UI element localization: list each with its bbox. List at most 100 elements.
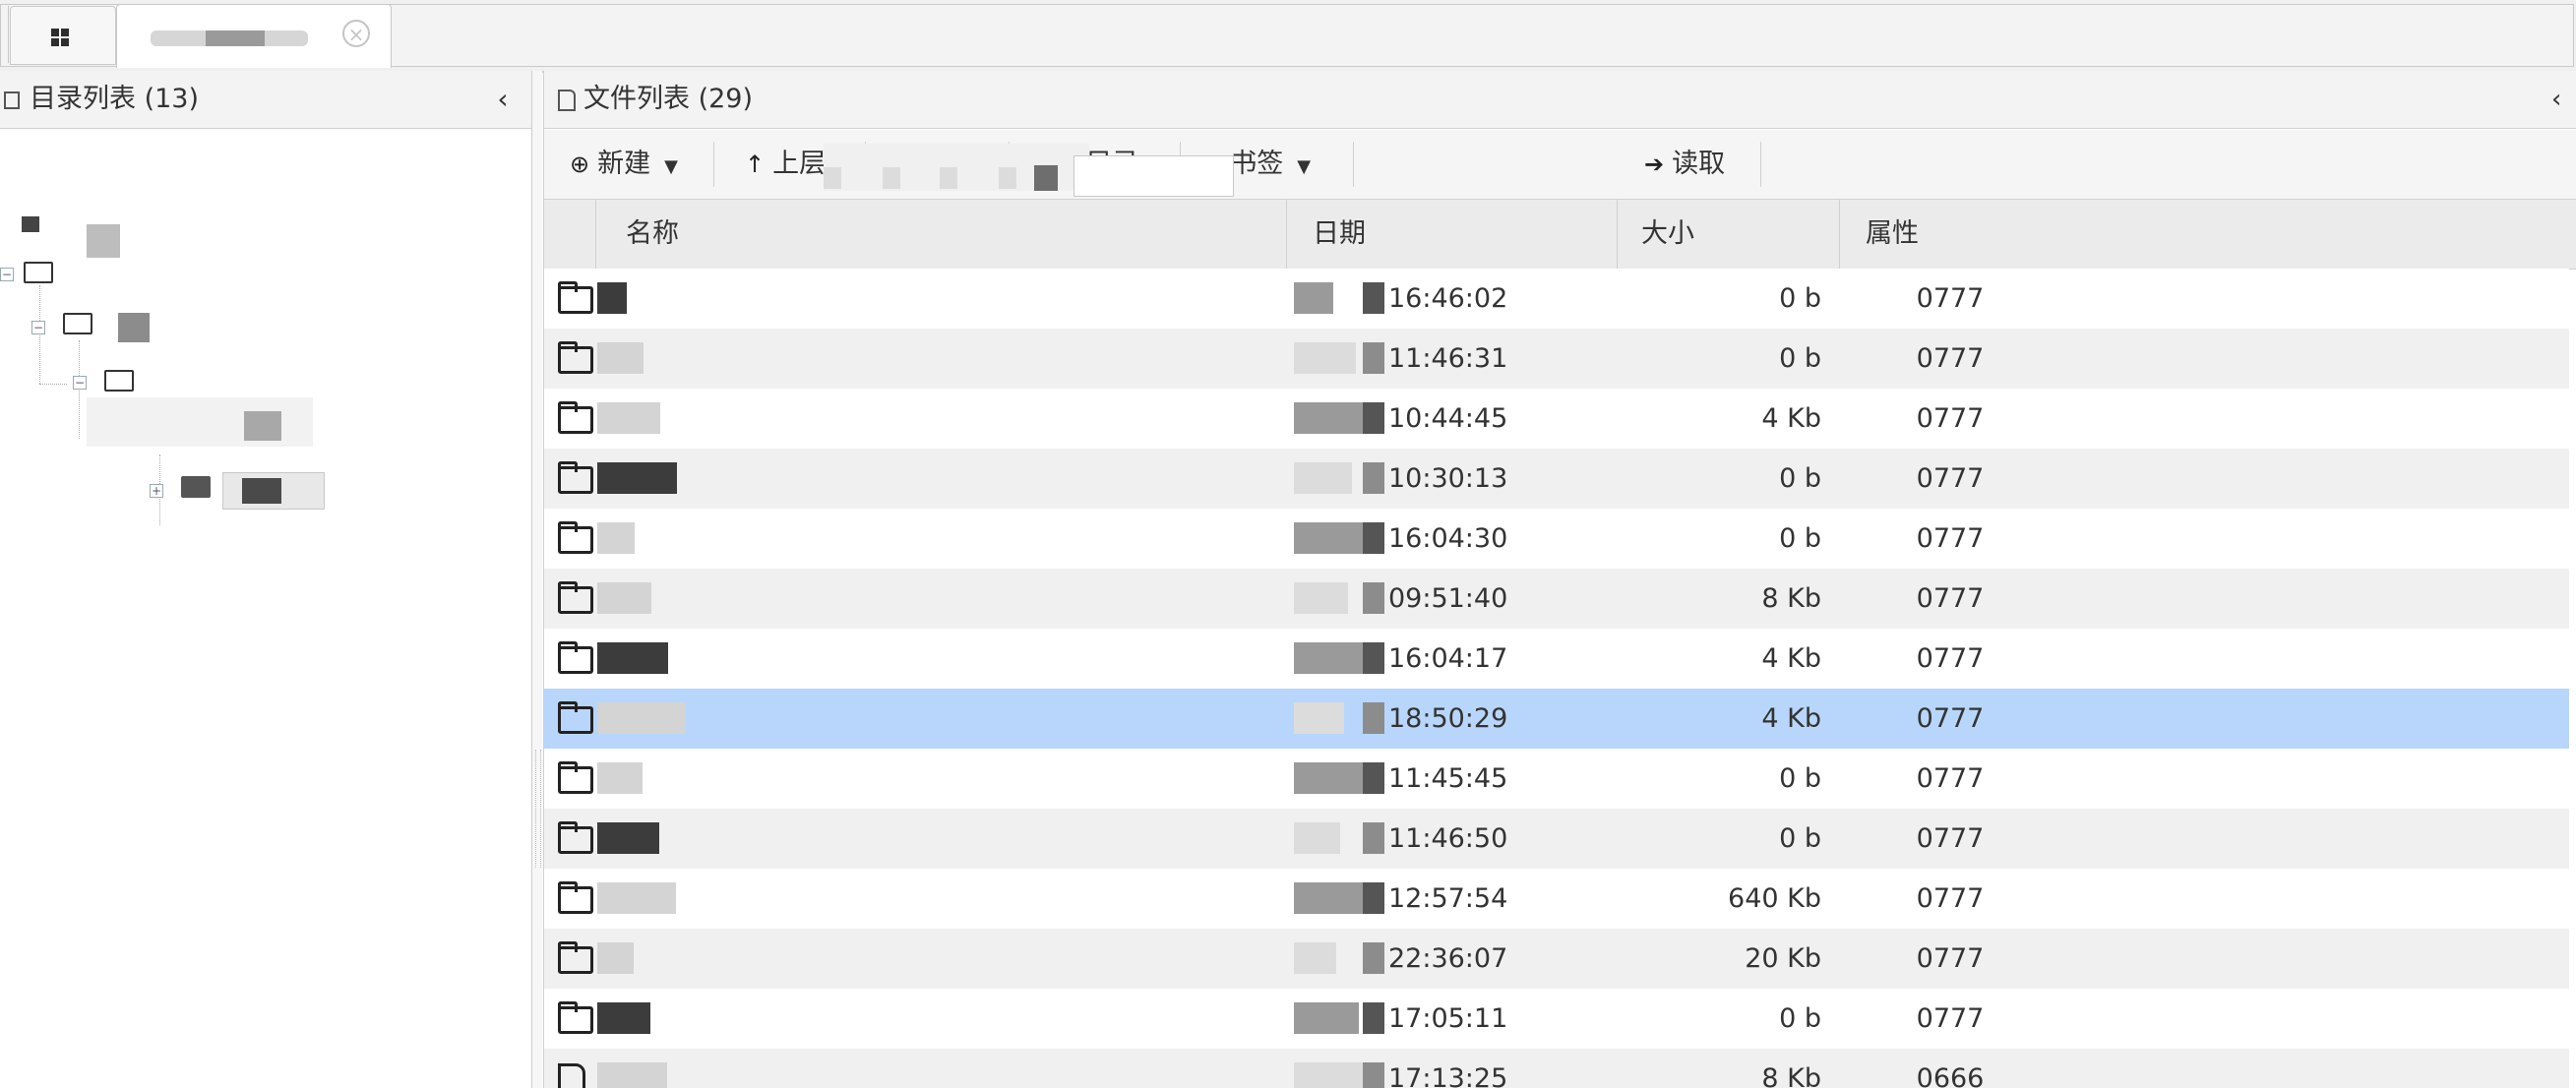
folder-icon bbox=[558, 820, 593, 854]
row-icon-cell bbox=[558, 929, 597, 989]
row-time: 11:46:31 bbox=[1388, 343, 1508, 374]
file-outline-icon bbox=[558, 89, 576, 111]
bookmark-label: 书签 bbox=[1230, 149, 1284, 179]
file-panel: 文件列表 (29) ‹ ⊕新建▼ ↑上层 ⟳刷新 ⌂主目录 ▮书签▼ ➔读取 名… bbox=[543, 71, 2576, 1088]
row-name-redacted[interactable] bbox=[597, 449, 1286, 509]
row-attributes: 0777 bbox=[1916, 943, 1985, 974]
column-header-size[interactable]: 大小 bbox=[1617, 200, 1839, 269]
table-row[interactable]: 16:04:30 0 b 0777 bbox=[544, 509, 2569, 569]
file-panel-title: 文件列表 (29) bbox=[558, 71, 753, 128]
folder-icon bbox=[558, 640, 593, 674]
row-attributes: 0777 bbox=[1916, 343, 1985, 374]
table-row[interactable]: 22:36:07 20 Kb 0777 bbox=[544, 929, 2569, 989]
folder-icon[interactable] bbox=[63, 313, 92, 334]
table-row[interactable]: 12:57:54 640 Kb 0777 bbox=[544, 869, 2569, 929]
tree-node-selected-redacted-part bbox=[242, 478, 281, 504]
close-icon[interactable]: × bbox=[342, 20, 370, 47]
folder-icon bbox=[558, 1000, 593, 1034]
row-icon-cell bbox=[558, 449, 597, 509]
table-row[interactable]: 16:04:17 4 Kb 0777 bbox=[544, 629, 2569, 689]
row-date-redacted bbox=[1294, 569, 1384, 629]
up-level-label: 上层 bbox=[772, 149, 827, 179]
tab-grid-home[interactable] bbox=[10, 6, 116, 65]
directory-panel-header: 目录列表 (13) ‹ bbox=[0, 71, 531, 129]
table-row[interactable]: 11:46:50 0 b 0777 bbox=[544, 809, 2569, 869]
row-attributes: 0777 bbox=[1916, 283, 1985, 314]
row-date-redacted bbox=[1294, 869, 1384, 929]
row-time: 11:45:45 bbox=[1388, 763, 1508, 794]
folder-icon[interactable] bbox=[181, 476, 211, 498]
path-input[interactable] bbox=[1073, 155, 1234, 197]
file-count-label: 文件列表 (29) bbox=[583, 84, 754, 114]
row-size: 8 Kb bbox=[1761, 583, 1821, 614]
table-row[interactable]: 17:13:25 8 Kb 0666 bbox=[544, 1049, 2569, 1088]
row-size: 0 b bbox=[1779, 1003, 1821, 1034]
row-time: 17:13:25 bbox=[1388, 1063, 1508, 1088]
row-attributes: 0777 bbox=[1916, 883, 1985, 914]
row-name-redacted[interactable] bbox=[597, 869, 1286, 929]
row-attributes: 0777 bbox=[1916, 403, 1985, 434]
row-attributes: 0777 bbox=[1916, 1003, 1985, 1034]
folder-icon[interactable] bbox=[24, 262, 53, 283]
row-size: 8 Kb bbox=[1761, 1063, 1821, 1088]
row-attributes: 0666 bbox=[1916, 1063, 1985, 1088]
collapse-panel-icon[interactable]: ‹ bbox=[488, 71, 518, 128]
row-name-redacted[interactable] bbox=[597, 989, 1286, 1049]
tree-toggle-expand[interactable]: + bbox=[150, 484, 163, 498]
panel-splitter[interactable] bbox=[532, 71, 542, 1088]
row-name-redacted[interactable] bbox=[597, 689, 1286, 749]
table-row[interactable]: 10:44:45 4 Kb 0777 bbox=[544, 389, 2569, 449]
column-header-attr[interactable]: 属性 bbox=[1839, 200, 2061, 269]
path-redacted bbox=[824, 144, 1089, 191]
row-name-redacted[interactable] bbox=[597, 329, 1286, 389]
tree-node-root-label-redacted bbox=[87, 224, 120, 258]
row-icon-cell bbox=[558, 809, 597, 869]
row-name-redacted[interactable] bbox=[597, 929, 1286, 989]
row-size: 640 Kb bbox=[1728, 883, 1821, 914]
row-name-redacted[interactable] bbox=[597, 509, 1286, 569]
folder-icon bbox=[558, 520, 593, 554]
row-name-redacted[interactable] bbox=[597, 1049, 1286, 1088]
row-attributes: 0777 bbox=[1916, 583, 1985, 614]
row-date-redacted bbox=[1294, 509, 1384, 569]
row-name-redacted[interactable] bbox=[597, 749, 1286, 809]
row-name-redacted[interactable] bbox=[597, 389, 1286, 449]
tree-toggle-collapse[interactable]: − bbox=[31, 321, 45, 334]
new-button[interactable]: ⊕ 新建 ▼ bbox=[570, 130, 678, 199]
row-name-redacted[interactable] bbox=[597, 629, 1286, 689]
splitter-grip[interactable] bbox=[535, 750, 541, 868]
folder-icon[interactable] bbox=[104, 370, 134, 392]
tree-toggle-collapse[interactable]: − bbox=[73, 376, 87, 390]
column-header-name[interactable]: 名称 bbox=[595, 200, 1286, 269]
table-row[interactable]: 18:50:29 4 Kb 0777 bbox=[544, 689, 2569, 749]
tree-toggle-collapse[interactable]: − bbox=[0, 268, 14, 281]
folder-icon bbox=[558, 460, 593, 494]
row-attributes: 0777 bbox=[1916, 823, 1985, 854]
row-name-redacted[interactable] bbox=[597, 269, 1286, 329]
directory-panel-title: 目录列表 (13) bbox=[4, 71, 199, 128]
row-name-redacted[interactable] bbox=[597, 569, 1286, 629]
table-row[interactable]: 11:46:31 0 b 0777 bbox=[544, 329, 2569, 389]
table-row[interactable]: 16:46:02 0 b 0777 bbox=[544, 269, 2569, 329]
folder-icon bbox=[558, 700, 593, 734]
folder-icon bbox=[558, 280, 593, 314]
table-row[interactable]: 11:45:45 0 b 0777 bbox=[544, 749, 2569, 809]
row-time: 12:57:54 bbox=[1388, 883, 1508, 914]
row-time: 16:04:30 bbox=[1388, 523, 1508, 554]
tab-bar: × bbox=[0, 0, 2576, 73]
column-header-date[interactable]: 日期 bbox=[1286, 200, 1617, 269]
row-time: 22:36:07 bbox=[1388, 943, 1508, 974]
row-name-redacted[interactable] bbox=[597, 809, 1286, 869]
tree-node-label-redacted bbox=[244, 411, 281, 441]
row-date-redacted bbox=[1294, 809, 1384, 869]
row-attributes: 0777 bbox=[1916, 763, 1985, 794]
row-date-redacted bbox=[1294, 749, 1384, 809]
table-row[interactable]: 17:05:11 0 b 0777 bbox=[544, 989, 2569, 1049]
up-level-button[interactable]: ↑ 上层 bbox=[745, 130, 826, 199]
tab-title-redacted-part bbox=[206, 30, 265, 46]
table-row[interactable]: 09:51:40 8 Kb 0777 bbox=[544, 569, 2569, 629]
row-icon-cell bbox=[558, 989, 597, 1049]
collapse-panel-icon[interactable]: ‹ bbox=[2551, 71, 2576, 128]
table-row[interactable]: 10:30:13 0 b 0777 bbox=[544, 449, 2569, 509]
read-button[interactable]: ➔ 读取 bbox=[1644, 130, 1725, 199]
